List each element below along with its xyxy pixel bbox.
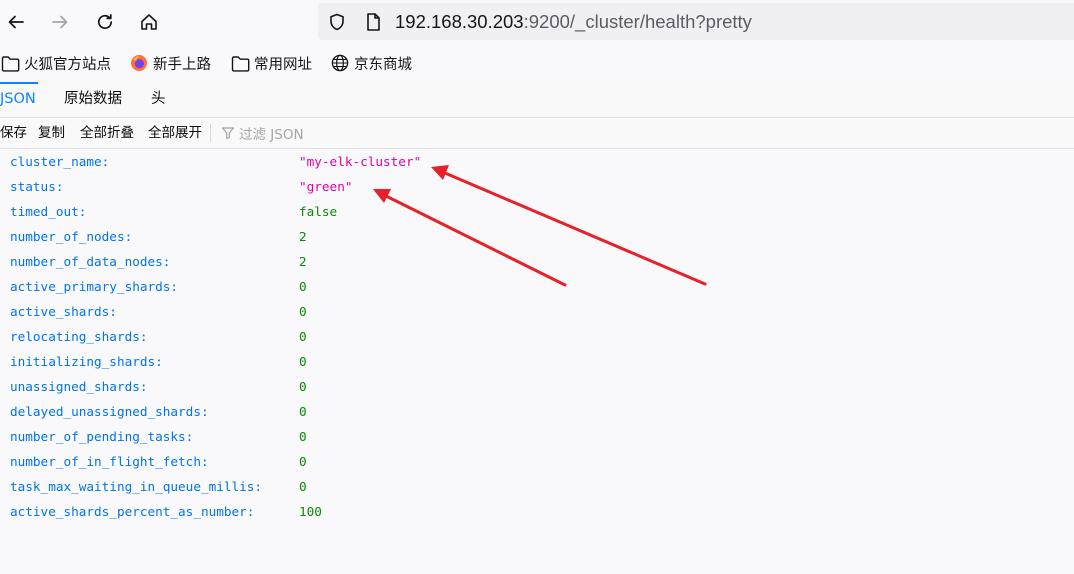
home-button[interactable] (134, 7, 164, 37)
json-value: 0 (299, 454, 307, 469)
bookmark-item[interactable]: 常用网址 (230, 53, 312, 73)
reload-icon (95, 12, 115, 32)
json-row[interactable]: number_of_in_flight_fetch: 0 (0, 449, 1074, 474)
bookmark-label: 火狐官方站点 (24, 56, 111, 73)
json-value: 0 (299, 354, 307, 369)
bookmark-item[interactable]: 新手上路 (129, 53, 211, 73)
json-value: false (299, 204, 338, 219)
tab-raw-data[interactable]: 原始数据 (64, 82, 122, 117)
json-row[interactable]: cluster_name: "my-elk-cluster" (0, 149, 1074, 174)
forward-button[interactable] (45, 7, 75, 37)
json-row[interactable]: number_of_pending_tasks: 0 (0, 424, 1074, 449)
json-value: 100 (299, 504, 322, 519)
url-host: 192.168.30.203 (395, 11, 524, 32)
expand-all-button[interactable]: 全部展开 (148, 118, 202, 148)
json-key: status: (10, 179, 64, 194)
json-value: "my-elk-cluster" (299, 154, 422, 169)
json-row[interactable]: active_shards: 0 (0, 299, 1074, 324)
json-value: 0 (299, 279, 307, 294)
url-path: :9200/_cluster/health?pretty (523, 11, 752, 32)
json-key: number_of_in_flight_fetch: (10, 454, 209, 469)
json-row[interactable]: number_of_nodes: 2 (0, 224, 1074, 249)
back-arrow-icon (6, 12, 26, 32)
json-row[interactable]: delayed_unassigned_shards: 0 (0, 399, 1074, 424)
save-button[interactable]: 保存 (0, 118, 27, 148)
json-key: active_primary_shards: (10, 279, 179, 294)
bookmark-item[interactable]: 火狐官方站点 (0, 53, 111, 73)
reload-button[interactable] (90, 7, 120, 37)
json-value: 0 (299, 429, 307, 444)
json-value: 0 (299, 479, 307, 494)
json-row[interactable]: unassigned_shards: 0 (0, 374, 1074, 399)
bookmark-label: 常用网址 (254, 56, 312, 73)
json-key: delayed_unassigned_shards: (10, 404, 209, 419)
json-tree: cluster_name: "my-elk-cluster" status: "… (0, 149, 1074, 574)
toolbar-divider (210, 124, 211, 142)
folder-icon (230, 53, 250, 73)
json-row[interactable]: timed_out: false (0, 199, 1074, 224)
tab-json[interactable]: JSON (0, 82, 38, 117)
json-value: 2 (299, 254, 307, 269)
json-key: cluster_name: (10, 154, 110, 169)
json-key: number_of_data_nodes: (10, 254, 171, 269)
json-key: timed_out: (10, 204, 87, 219)
json-key: number_of_pending_tasks: (10, 429, 194, 444)
json-row[interactable]: number_of_data_nodes: 2 (0, 249, 1074, 274)
json-toolbar: 保存 复制 全部折叠 全部展开 过滤 JSON (0, 118, 1074, 149)
shield-icon[interactable] (326, 11, 348, 33)
json-value: 0 (299, 404, 307, 419)
json-key: unassigned_shards: (10, 379, 148, 394)
json-key: task_max_waiting_in_queue_millis: (10, 479, 263, 494)
bookmark-label: 京东商城 (354, 56, 412, 73)
globe-icon (330, 53, 350, 73)
bookmark-label: 新手上路 (153, 56, 211, 73)
json-row[interactable]: active_primary_shards: 0 (0, 274, 1074, 299)
collapse-all-button[interactable]: 全部折叠 (80, 118, 134, 148)
bookmark-item[interactable]: 京东商城 (330, 53, 412, 73)
json-value: 0 (299, 329, 307, 344)
folder-icon (0, 53, 20, 73)
copy-button[interactable]: 复制 (38, 118, 65, 148)
url-bar[interactable]: 192.168.30.203:9200/_cluster/health?pret… (318, 3, 1074, 40)
json-row[interactable]: active_shards_percent_as_number: 100 (0, 499, 1074, 524)
firefox-icon (129, 53, 149, 73)
bookmarks-toolbar: 火狐官方站点 新手上路 常用网址 京东商城 (0, 44, 1074, 83)
url-text[interactable]: 192.168.30.203:9200/_cluster/health?pret… (395, 11, 752, 33)
json-row[interactable]: status: "green" (0, 174, 1074, 199)
viewer-tabs: JSON 原始数据 头 (0, 82, 1074, 118)
json-row[interactable]: initializing_shards: 0 (0, 349, 1074, 374)
json-row[interactable]: task_max_waiting_in_queue_millis: 0 (0, 474, 1074, 499)
navigation-toolbar: 192.168.30.203:9200/_cluster/health?pret… (0, 0, 1074, 44)
tab-headers[interactable]: 头 (151, 82, 166, 117)
json-key: number_of_nodes: (10, 229, 133, 244)
filter-icon (221, 126, 235, 140)
filter-json-input[interactable]: 过滤 JSON (221, 118, 304, 148)
json-key: initializing_shards: (10, 354, 163, 369)
page-icon[interactable] (362, 11, 384, 33)
filter-placeholder: 过滤 JSON (239, 127, 304, 143)
home-icon (139, 12, 159, 32)
json-row[interactable]: relocating_shards: 0 (0, 324, 1074, 349)
json-value: 0 (299, 379, 307, 394)
json-key: relocating_shards: (10, 329, 148, 344)
json-key: active_shards: (10, 304, 117, 319)
json-value: "green" (299, 179, 353, 194)
back-button[interactable] (1, 7, 31, 37)
json-value: 2 (299, 229, 307, 244)
forward-arrow-icon (50, 12, 70, 32)
json-key: active_shards_percent_as_number: (10, 504, 255, 519)
json-value: 0 (299, 304, 307, 319)
